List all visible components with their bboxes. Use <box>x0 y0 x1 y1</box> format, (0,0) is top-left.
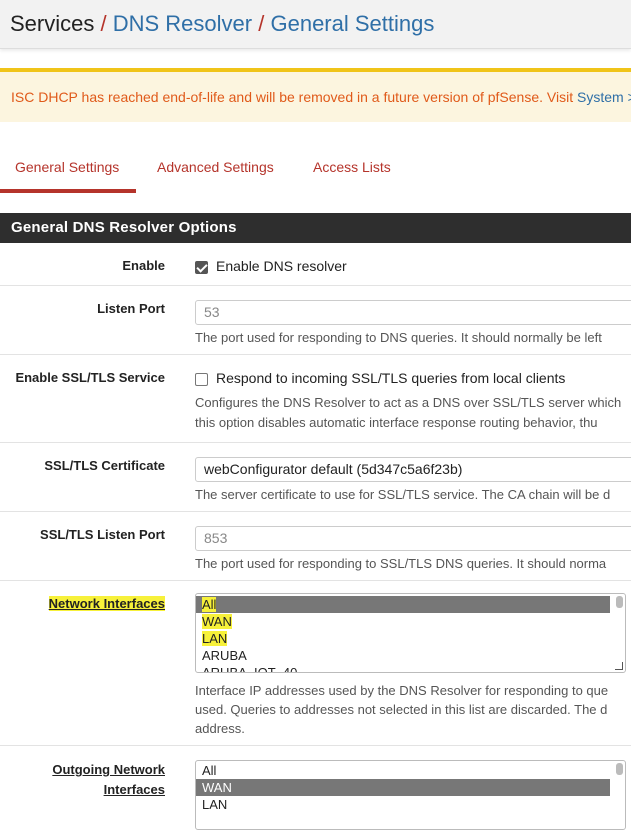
option-label: LAN <box>202 797 228 812</box>
option-label: All <box>202 597 217 612</box>
network-interface-option[interactable]: LAN <box>196 630 610 647</box>
tab-access-lists[interactable]: Access Lists <box>313 140 391 193</box>
ssl-tls-service-label: Enable SSL/TLS Service <box>15 370 165 385</box>
breadcrumb-services[interactable]: Services <box>10 11 94 36</box>
notice-system-link[interactable]: System > A <box>577 89 631 105</box>
network-interface-option[interactable]: ARUBA <box>196 647 610 664</box>
tab-label: Advanced Settings <box>157 159 274 175</box>
breadcrumb-general-settings[interactable]: General Settings <box>270 11 434 36</box>
tab-bar: General Settings Advanced Settings Acces… <box>0 140 631 193</box>
breadcrumb-dns-resolver[interactable]: DNS Resolver <box>113 11 252 36</box>
network-interface-option[interactable]: All <box>196 596 610 613</box>
row-ssl-tls-listen-port: SSL/TLS Listen Port 853 The port used fo… <box>0 512 631 581</box>
enable-dns-resolver-checkbox[interactable] <box>195 261 208 274</box>
ssl-tls-service-text: Respond to incoming SSL/TLS queries from… <box>216 370 566 386</box>
ssl-tls-service-checkbox[interactable] <box>195 373 208 386</box>
option-label: WAN <box>202 780 232 795</box>
listen-port-label: Listen Port <box>97 301 165 316</box>
outgoing-interface-option[interactable]: All <box>196 762 610 779</box>
option-label: ARUBA <box>202 648 247 663</box>
network-interfaces-label-wrap: Network Interfaces <box>48 594 165 614</box>
row-network-interfaces: Network Interfaces All WAN LAN ARUBA ARU… <box>0 581 631 746</box>
row-outgoing-network-interfaces: Outgoing Network Interfaces All WAN LAN <box>0 746 631 830</box>
ssl-tls-certificate-select[interactable]: webConfigurator default (5d347c5a6f23b) <box>195 457 631 482</box>
breadcrumb: Services / DNS Resolver / General Settin… <box>0 0 631 49</box>
tab-label: General Settings <box>15 159 120 175</box>
listbox-scrollbar[interactable] <box>616 763 623 775</box>
breadcrumb-separator: / <box>100 11 107 36</box>
ssl-tls-service-help-1: Configures the DNS Resolver to act as a … <box>195 395 622 410</box>
network-interface-option[interactable]: WAN <box>196 613 610 630</box>
option-label: ARUBA_IOT_40 <box>202 665 298 673</box>
option-label: All <box>202 763 217 778</box>
ssl-tls-certificate-label: SSL/TLS Certificate <box>44 458 165 473</box>
enable-label: Enable <box>122 258 165 273</box>
outgoing-interface-option[interactable]: WAN <box>196 779 610 796</box>
outgoing-interfaces-listbox[interactable]: All WAN LAN <box>195 760 626 830</box>
ssl-tls-service-help-2: this option disables automatic interface… <box>195 415 598 430</box>
tab-general-settings[interactable]: General Settings <box>0 140 136 193</box>
dhcp-eol-notice: ISC DHCP has reached end-of-life and wil… <box>0 68 631 122</box>
ssl-tls-listen-port-input[interactable]: 853 <box>195 526 631 551</box>
option-label: LAN <box>202 631 228 646</box>
listen-port-help: The port used for responding to DNS quer… <box>195 330 602 345</box>
breadcrumb-separator: / <box>258 11 265 36</box>
network-interfaces-help-3: address. <box>195 721 245 736</box>
enable-dns-resolver-text: Enable DNS resolver <box>216 258 347 274</box>
network-interfaces-help-2: used. Queries to addresses not selected … <box>195 702 608 717</box>
panel-title: General DNS Resolver Options <box>0 213 631 243</box>
row-ssl-tls-certificate: SSL/TLS Certificate webConfigurator defa… <box>0 443 631 512</box>
ssl-tls-listen-port-label: SSL/TLS Listen Port <box>40 527 165 542</box>
outgoing-interfaces-label-1: Outgoing Network <box>52 762 165 777</box>
ssl-tls-listen-port-help: The port used for responding to SSL/TLS … <box>195 556 607 571</box>
outgoing-interfaces-label-2: Interfaces <box>103 782 165 797</box>
listbox-scrollbar[interactable] <box>616 596 623 608</box>
network-interfaces-help-1: Interface IP addresses used by the DNS R… <box>195 683 609 698</box>
notice-text: ISC DHCP has reached end-of-life and wil… <box>11 89 574 105</box>
network-interface-option[interactable]: ARUBA_IOT_40 <box>196 664 610 673</box>
network-interfaces-listbox[interactable]: All WAN LAN ARUBA ARUBA_IOT_40 <box>195 593 626 673</box>
listen-port-input[interactable]: 53 <box>195 300 631 325</box>
ssl-tls-certificate-help: The server certificate to use for SSL/TL… <box>195 487 611 502</box>
option-label: WAN <box>202 614 232 629</box>
outgoing-interface-option[interactable]: LAN <box>196 796 610 813</box>
row-ssl-tls-service: Enable SSL/TLS Service Respond to incomi… <box>0 355 631 443</box>
row-listen-port: Listen Port 53 The port used for respond… <box>0 286 631 355</box>
network-interfaces-label: Network Interfaces <box>48 596 165 611</box>
tab-label: Access Lists <box>313 159 391 175</box>
resize-grip-icon[interactable] <box>615 662 623 670</box>
row-enable: Enable Enable DNS resolver <box>0 243 631 286</box>
tab-advanced-settings[interactable]: Advanced Settings <box>157 140 274 193</box>
